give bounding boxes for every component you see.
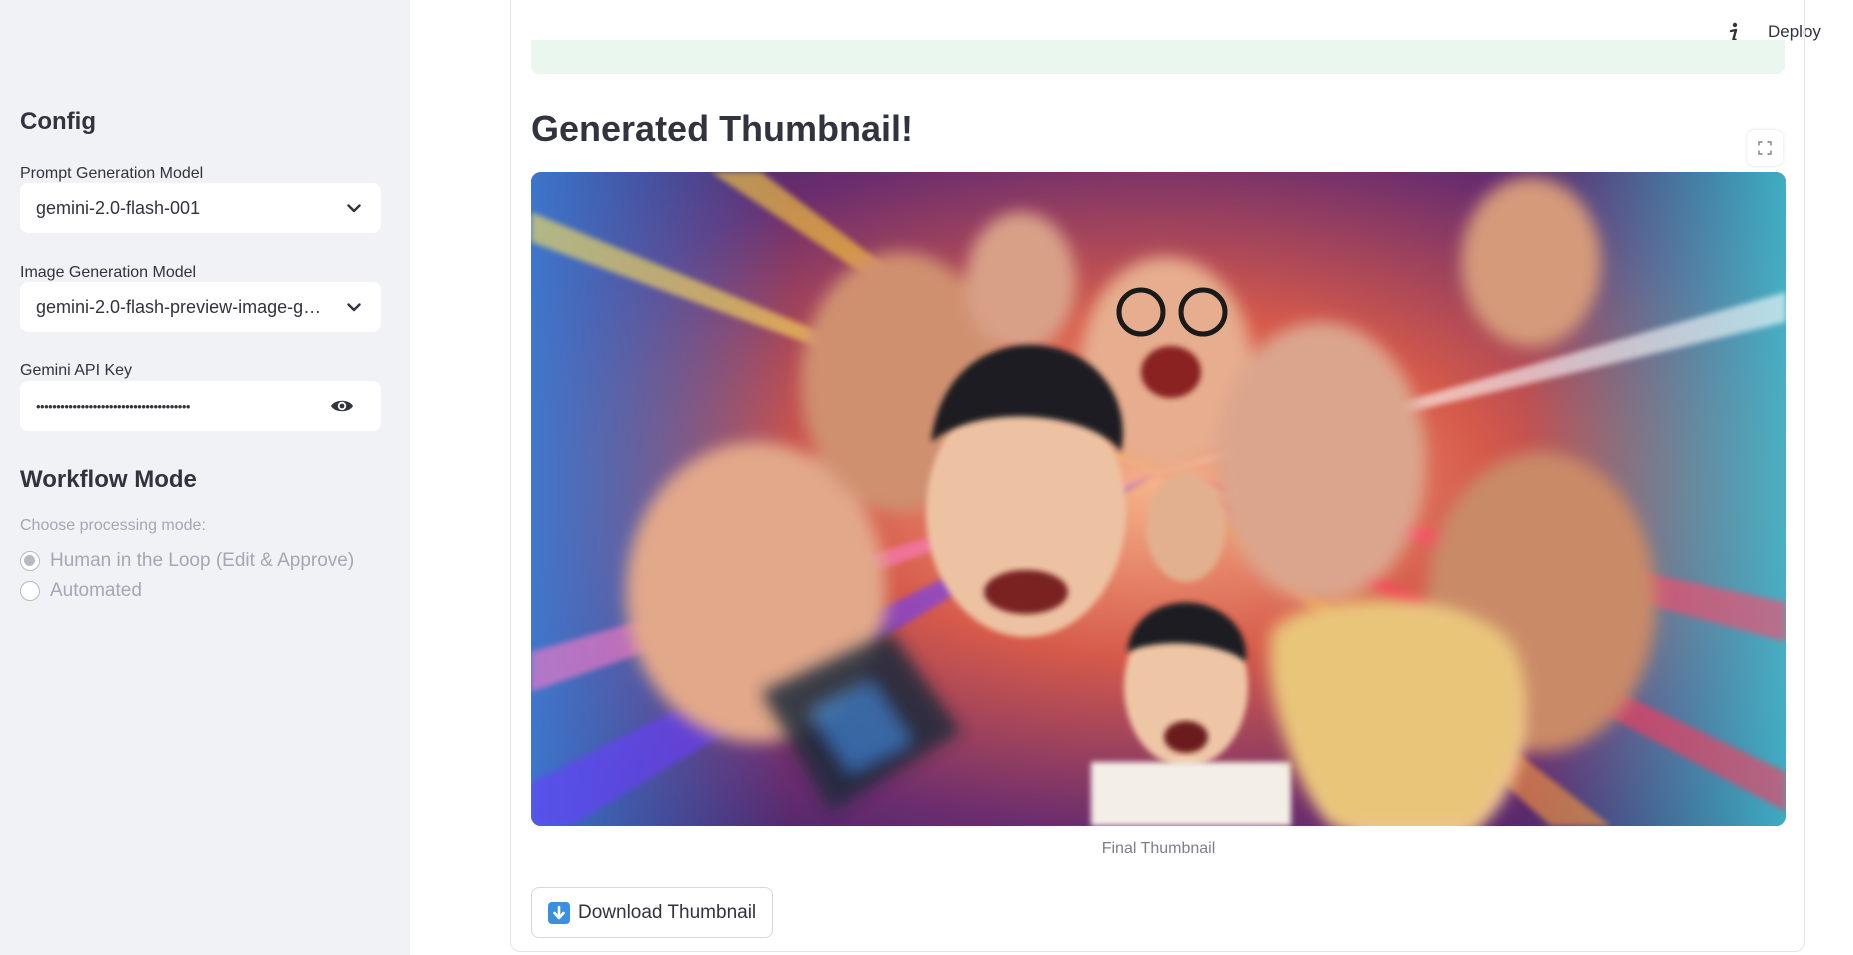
- chevron-down-icon: [343, 296, 365, 318]
- fullscreen-icon[interactable]: [1747, 130, 1783, 166]
- download-label: Download Thumbnail: [578, 901, 757, 923]
- radio-selected-icon: [20, 551, 40, 571]
- download-thumbnail-button[interactable]: Download Thumbnail: [531, 887, 774, 938]
- eye-icon[interactable]: [327, 394, 357, 418]
- api-key-label: Gemini API Key: [20, 362, 133, 379]
- prompt-model-select[interactable]: gemini-2.0-flash-001: [20, 183, 381, 233]
- download-arrow-icon: [548, 901, 570, 924]
- image-model-select[interactable]: gemini-2.0-flash-preview-image-generatio…: [20, 282, 381, 332]
- mode-option-human[interactable]: Human in the Loop (Edit & Approve): [20, 550, 354, 572]
- mode-option-label: Human in the Loop (Edit & Approve): [50, 550, 355, 571]
- workflow-heading: Workflow Mode: [20, 466, 197, 493]
- generated-thumbnail-image: [531, 172, 1786, 826]
- config-heading: Config: [20, 108, 96, 135]
- success-alert: [531, 40, 1785, 74]
- image-caption: Final Thumbnail: [1101, 840, 1216, 857]
- mode-caption: Choose processing mode:: [20, 517, 206, 534]
- page-title: Generated Thumbnail!: [531, 108, 914, 149]
- radio-unselected-icon: [20, 581, 40, 601]
- prompt-model-value: gemini-2.0-flash-001: [36, 197, 201, 218]
- mode-option-label: Automated: [50, 580, 142, 601]
- chevron-down-icon: [343, 197, 365, 219]
- sidebar: Config Prompt Generation Model gemini-2.…: [0, 0, 410, 955]
- api-key-field[interactable]: ••••••••••••••••••••••••••••••••••••••: [20, 381, 381, 431]
- api-key-value: ••••••••••••••••••••••••••••••••••••••: [36, 398, 190, 414]
- image-model-label: Image Generation Model: [20, 264, 197, 281]
- image-model-value: gemini-2.0-flash-preview-image-generatio…: [36, 296, 343, 317]
- mode-option-automated[interactable]: Automated: [20, 580, 142, 602]
- prompt-model-label: Prompt Generation Model: [20, 165, 204, 182]
